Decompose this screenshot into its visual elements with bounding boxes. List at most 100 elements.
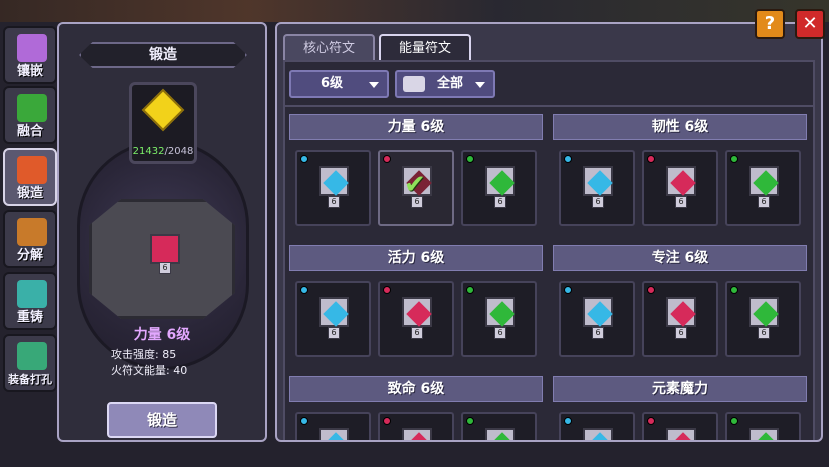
nature-element-icon <box>730 286 738 294</box>
rune-core <box>670 432 696 440</box>
material-slot[interactable]: 21432/2048 <box>129 82 197 164</box>
side-tab-socket[interactable]: 装备打孔 <box>3 334 57 392</box>
side-tab-label: 锻造 <box>16 186 43 201</box>
fire-element-icon <box>647 286 655 294</box>
side-tab-label: 重铸 <box>16 310 43 325</box>
socket-drill-icon <box>17 342 47 370</box>
side-tab-fusion[interactable]: 融合 <box>3 86 57 144</box>
ice-element-icon <box>300 286 308 294</box>
rune-icon: 6 <box>319 297 349 339</box>
rune-icon: 6 <box>319 166 349 208</box>
ice-element-icon <box>564 155 572 163</box>
rune-cell-fire[interactable]: 6 <box>642 281 718 357</box>
chevron-down-icon <box>369 82 379 88</box>
chevron-down-icon <box>475 82 485 88</box>
rune-cell-ice[interactable]: 6 <box>559 281 635 357</box>
type-dropdown-value: 全部 <box>437 76 464 91</box>
rune-icon: 6 <box>666 428 696 440</box>
rune-cell-ice[interactable]: 6 <box>559 412 635 440</box>
rune-cell-nature[interactable]: 6 <box>725 150 801 226</box>
rune-cell-fire[interactable]: 6 <box>378 281 454 357</box>
fire-element-icon <box>383 286 391 294</box>
rune-cell-nature[interactable]: 6 <box>725 412 801 440</box>
rune-level: 6 <box>675 196 687 208</box>
rune-frame <box>583 428 613 440</box>
rune-cell-nature[interactable]: 6 <box>461 281 537 357</box>
rune-cell-ice[interactable]: 6 <box>295 412 371 440</box>
rune-icon: 6 <box>583 428 613 440</box>
rune-icon: 6 <box>666 166 696 208</box>
rune-cell-nature[interactable]: 6 <box>461 150 537 226</box>
rune-cell-ice[interactable]: 6 <box>559 150 635 226</box>
tab-energy-runes[interactable]: 能量符文 <box>379 34 471 62</box>
rune-core <box>753 170 779 196</box>
side-tab-inlay[interactable]: 镶嵌 <box>3 26 57 84</box>
rune-frame <box>666 428 696 440</box>
ice-element-icon <box>564 286 572 294</box>
fire-element-icon <box>647 417 655 425</box>
rune-core <box>323 432 349 440</box>
rune-cell-fire[interactable]: 6 <box>642 412 718 440</box>
disassemble-icon <box>17 218 47 246</box>
rune-level: 6 <box>159 262 171 274</box>
rune-cell-nature[interactable]: 6 <box>461 412 537 440</box>
rune-core <box>489 170 515 196</box>
rune-icon: 6 <box>319 428 349 440</box>
material-current: 21432 <box>132 146 165 157</box>
rune-frame <box>402 297 432 327</box>
ice-element-icon <box>564 417 572 425</box>
level-dropdown[interactable]: 6级 <box>289 70 389 98</box>
rune-cell-nature[interactable]: 6 <box>725 281 801 357</box>
background-strip <box>0 0 829 22</box>
group-header: 力量 6级 <box>289 114 543 140</box>
rune-cell-ice[interactable]: 6 <box>295 281 371 357</box>
group-header: 致命 6级 <box>289 376 543 402</box>
help-button[interactable]: ? <box>755 9 785 39</box>
close-button[interactable]: ✕ <box>795 9 825 39</box>
rune-level: 6 <box>592 196 604 208</box>
rune-core <box>587 432 613 440</box>
rune-frame <box>150 234 180 264</box>
rune-cell-fire[interactable]: 6 <box>378 412 454 440</box>
side-tab-disassemble[interactable]: 分解 <box>3 210 57 268</box>
divider <box>285 105 813 107</box>
rune-panel: 核心符文 能量符文 6级 全部 力量 6级 6 6 ✔ 6 韧性 6级 6 6 6 活力 6级 6 6… <box>275 22 823 442</box>
nature-element-icon <box>466 417 474 425</box>
rune-core <box>587 301 613 327</box>
fire-element-icon <box>383 155 391 163</box>
rune-cell-fire[interactable]: 6 <box>642 150 718 226</box>
rune-frame <box>749 428 779 440</box>
socketed-rune: 6 <box>150 234 180 274</box>
nature-element-icon <box>730 417 738 425</box>
rune-level: 6 <box>328 196 340 208</box>
tab-core-runes[interactable]: 核心符文 <box>283 34 375 62</box>
side-tab-label: 分解 <box>16 248 43 263</box>
anvil-icon <box>17 156 47 184</box>
rune-stat-name: 力量 6级 <box>133 327 191 343</box>
forge-title: 锻造 <box>79 42 247 68</box>
rune-icon: 6 <box>402 297 432 339</box>
group-header: 韧性 6级 <box>553 114 807 140</box>
gold-gem-icon <box>141 88 185 132</box>
group-header: 活力 6级 <box>289 245 543 271</box>
stat-fire-energy: 火符文能量: 40 <box>111 364 188 377</box>
side-tab-bar: 镶嵌 融合 锻造 分解 重铸 装备打孔 <box>0 22 58 467</box>
rune-icon: 6 <box>749 428 779 440</box>
forge-button[interactable]: 锻造 <box>107 402 217 438</box>
rune-level: 6 <box>675 327 687 339</box>
rune-cell-fire[interactable]: 6 ✔ <box>378 150 454 226</box>
ice-element-icon <box>300 417 308 425</box>
side-tab-recast[interactable]: 重铸 <box>3 272 57 330</box>
rune-icon: 6 <box>485 297 515 339</box>
rune-socket[interactable]: 6 <box>89 199 235 319</box>
rune-icon: 6 <box>583 166 613 208</box>
rune-icon: 6 <box>485 166 515 208</box>
rune-level: 6 <box>592 327 604 339</box>
rune-cell-ice[interactable]: 6 <box>295 150 371 226</box>
rune-list: 6级 全部 力量 6级 6 6 ✔ 6 韧性 6级 6 6 6 活力 6级 6 6 6 专注 6级 6 6 6 致… <box>283 60 815 440</box>
rune-core <box>753 432 779 440</box>
forge-screen: 镶嵌 融合 锻造 分解 重铸 装备打孔 锻造 21432/2048 6 力量 6… <box>0 0 829 467</box>
nature-element-icon <box>730 155 738 163</box>
type-dropdown[interactable]: 全部 <box>395 70 495 98</box>
side-tab-forge[interactable]: 锻造 <box>3 148 57 206</box>
